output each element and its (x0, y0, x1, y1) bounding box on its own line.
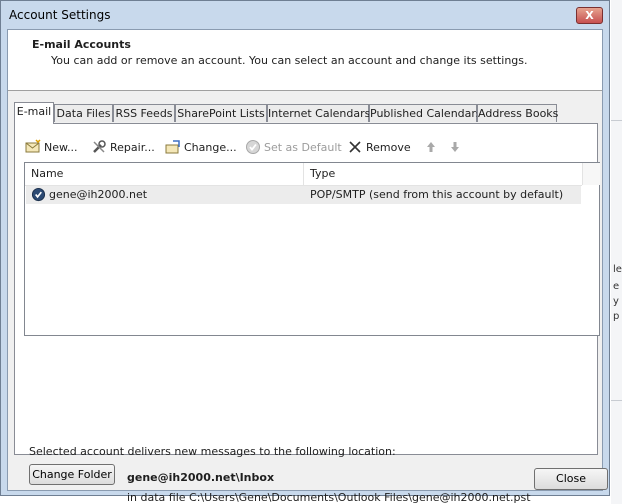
column-header-type[interactable]: Type (304, 163, 582, 185)
repair-account-button[interactable]: Repair... (91, 138, 155, 156)
new-mail-icon (25, 139, 41, 155)
window-close-button[interactable]: X (576, 7, 603, 24)
email-tab-panel: New... Repair... Change... Set as Defaul… (14, 123, 600, 504)
move-up-button[interactable] (423, 138, 442, 156)
tab-sharepoint-lists[interactable]: SharePoint Lists (175, 104, 267, 122)
tab-rss-feeds[interactable]: RSS Feeds (113, 104, 175, 122)
change-icon (165, 139, 181, 155)
account-type-cell: POP/SMTP (send from this account by defa… (310, 188, 564, 201)
background-divider (611, 400, 622, 401)
dialog-client-area: E-mail Accounts You can add or remove an… (7, 29, 608, 504)
accounts-list-header: Name Type (25, 163, 582, 186)
remove-x-icon (347, 139, 363, 155)
delivery-location-label: Selected account delivers new messages t… (29, 445, 396, 458)
tab-address-books[interactable]: Address Books (477, 104, 558, 122)
arrow-down-icon (447, 139, 463, 155)
background-text-fragment: p (613, 311, 620, 322)
remove-account-label: Remove (366, 140, 411, 154)
close-button[interactable]: Close (534, 468, 608, 490)
header-title: E-mail Accounts (32, 38, 131, 51)
account-name-cell: gene@ih2000.net (49, 188, 148, 201)
background-text-fragment: le (613, 264, 622, 275)
data-file-path: in data file C:\Users\Gene\Documents\Out… (127, 491, 531, 504)
wrench-icon (91, 139, 107, 155)
set-default-label: Set as Default (264, 140, 342, 154)
move-down-button[interactable] (447, 138, 466, 156)
change-folder-button[interactable]: Change Folder (29, 464, 115, 485)
account-settings-dialog: Account Settings X E-mail Accounts You c… (0, 0, 610, 504)
tab-internet-calendars[interactable]: Internet Calendars (267, 104, 370, 122)
new-account-label: New... (44, 140, 78, 154)
tab-email[interactable]: E-mail (14, 102, 54, 124)
background-text-fragment: y (613, 296, 619, 307)
header-pane: E-mail Accounts You can add or remove an… (8, 30, 602, 91)
header-subtitle: You can add or remove an account. You ca… (51, 54, 528, 67)
account-row[interactable]: gene@ih2000.net POP/SMTP (send from this… (26, 186, 581, 204)
change-account-button[interactable]: Change... (165, 138, 237, 156)
tab-data-files[interactable]: Data Files (54, 104, 113, 122)
tab-published-calendars[interactable]: Published Calendars (369, 104, 482, 122)
remove-account-button[interactable]: Remove (347, 138, 411, 156)
arrow-up-icon (423, 139, 439, 155)
new-account-button[interactable]: New... (25, 138, 77, 156)
title-bar[interactable]: Account Settings X (1, 1, 609, 29)
background-text-fragment: e (613, 281, 620, 292)
default-account-check-icon (31, 187, 46, 208)
background-divider (611, 120, 622, 121)
change-account-label: Change... (184, 140, 237, 154)
column-header-name[interactable]: Name (25, 163, 303, 185)
set-default-button[interactable]: Set as Default (245, 138, 342, 156)
repair-account-label: Repair... (110, 140, 155, 154)
window-title: Account Settings (9, 8, 111, 22)
list-header-corner (582, 163, 600, 185)
accounts-list[interactable]: Name Type gene@ih2000.net POP/SMTP (send… (24, 162, 600, 336)
inbox-path: gene@ih2000.net\Inbox (127, 471, 275, 484)
checkmark-circle-icon (245, 139, 261, 155)
background-window-strip: le e y p (611, 0, 622, 504)
